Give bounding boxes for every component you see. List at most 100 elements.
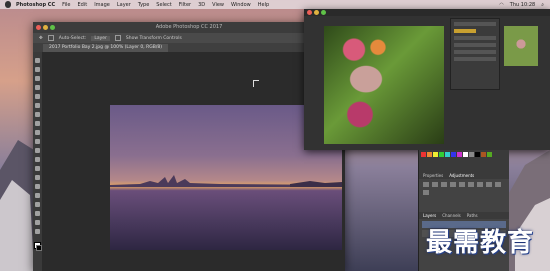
zoom-tool-icon[interactable] (35, 229, 40, 234)
navigator-thumbnail[interactable] (504, 26, 538, 66)
swatch[interactable] (457, 152, 462, 157)
clock[interactable]: Thu 10:28 (510, 2, 535, 8)
swatch[interactable] (433, 152, 438, 157)
secondary-window-controls (307, 10, 326, 15)
exposure-icon[interactable] (450, 182, 456, 187)
minimize-icon[interactable] (314, 10, 319, 15)
auto-select-label: Auto-Select: (58, 35, 87, 41)
menu-status: ◠ Thu 10:28 ⌕ (499, 0, 544, 9)
watermark-text: 最需教育 (426, 228, 535, 258)
swatch[interactable] (469, 152, 474, 157)
photo-filter-icon[interactable] (495, 182, 501, 187)
layers-tabs: Layers Channels Paths (419, 212, 509, 219)
close-icon[interactable] (307, 10, 312, 15)
zoom-icon[interactable] (321, 10, 326, 15)
panel-row[interactable] (454, 29, 476, 33)
pen-tool-icon[interactable] (35, 184, 40, 189)
panel-row[interactable] (454, 36, 496, 40)
swatch[interactable] (427, 152, 432, 157)
document-tabs: 2017 Portfolio Bay 2.jpg @ 100% (Layer 0… (33, 43, 345, 52)
hue-icon[interactable] (468, 182, 474, 187)
panel-row[interactable] (454, 50, 496, 54)
close-icon[interactable] (36, 25, 41, 30)
menu-app-name[interactable]: Photoshop CC (16, 2, 55, 8)
menu-help[interactable]: Help (258, 2, 269, 8)
document-tab[interactable]: 2017 Portfolio Bay 2.jpg @ 100% (Layer 0… (43, 44, 168, 52)
marquee-tool-icon[interactable] (35, 67, 40, 72)
wifi-icon[interactable]: ◠ (499, 2, 503, 8)
healing-tool-icon[interactable] (35, 112, 40, 117)
swatch[interactable] (487, 152, 492, 157)
tab-paths[interactable]: Paths (467, 212, 478, 219)
auto-select-dropdown[interactable]: Layer (91, 35, 110, 41)
history-brush-tool-icon[interactable] (35, 139, 40, 144)
window-titlebar[interactable]: Adobe Photoshop CC 2017 (33, 22, 345, 33)
tools-panel (33, 52, 42, 271)
tab-layers[interactable]: Layers (423, 212, 436, 219)
panel-row[interactable] (454, 57, 496, 61)
menu-layer[interactable]: Layer (117, 2, 131, 8)
menu-edit[interactable]: Edit (78, 2, 88, 8)
adjustments-grid (419, 179, 509, 198)
tab-properties[interactable]: Properties (423, 172, 443, 179)
path-select-tool-icon[interactable] (35, 202, 40, 207)
type-tool-icon[interactable] (35, 193, 40, 198)
properties-tabs: Properties Adjustments (419, 172, 509, 179)
brightness-icon[interactable] (423, 182, 429, 187)
swatch[interactable] (439, 152, 444, 157)
swatches-panel (419, 150, 509, 172)
levels-icon[interactable] (432, 182, 438, 187)
swatch[interactable] (463, 152, 468, 157)
flower-portrait-photo[interactable] (324, 26, 444, 144)
curves-icon[interactable] (441, 182, 447, 187)
show-transform-checkbox[interactable] (114, 35, 121, 41)
stamp-tool-icon[interactable] (35, 130, 40, 135)
tab-adjustments[interactable]: Adjustments (449, 172, 474, 179)
window-controls (36, 25, 55, 30)
eyedropper-tool-icon[interactable] (35, 103, 40, 108)
swatch[interactable] (451, 152, 456, 157)
dodge-tool-icon[interactable] (35, 175, 40, 180)
minimize-icon[interactable] (43, 25, 48, 30)
zoom-icon[interactable] (50, 25, 55, 30)
move-tool-icon[interactable]: ✥ (39, 36, 43, 41)
apple-icon[interactable] (5, 1, 11, 8)
window-title: Adobe Photoshop CC 2017 (155, 24, 223, 30)
color-balance-icon[interactable] (477, 182, 483, 187)
brush-tool-icon[interactable] (35, 121, 40, 126)
swatch[interactable] (421, 152, 426, 157)
secondary-properties-panel (450, 18, 500, 90)
panel-row[interactable] (454, 22, 496, 26)
quick-select-tool-icon[interactable] (35, 85, 40, 90)
swatch[interactable] (475, 152, 480, 157)
lasso-tool-icon[interactable] (35, 76, 40, 81)
mouse-cursor (253, 80, 259, 87)
move-tool-icon[interactable] (35, 58, 40, 63)
blur-tool-icon[interactable] (35, 166, 40, 171)
menu-file[interactable]: File (62, 2, 70, 8)
menu-filter[interactable]: Filter (179, 2, 191, 8)
menu-bar: Photoshop CC File Edit Image Layer Type … (0, 0, 550, 9)
eraser-tool-icon[interactable] (35, 148, 40, 153)
swatch[interactable] (481, 152, 486, 157)
menu-image[interactable]: Image (94, 2, 110, 8)
search-icon[interactable]: ⌕ (541, 2, 544, 8)
crop-tool-icon[interactable] (35, 94, 40, 99)
shape-tool-icon[interactable] (35, 211, 40, 216)
auto-select-checkbox[interactable] (47, 35, 54, 41)
tab-channels[interactable]: Channels (442, 212, 461, 219)
panel-row[interactable] (454, 43, 496, 47)
vibrance-icon[interactable] (459, 182, 465, 187)
secondary-titlebar[interactable] (304, 9, 550, 16)
channel-mixer-icon[interactable] (423, 190, 429, 195)
swatch[interactable] (445, 152, 450, 157)
gradient-tool-icon[interactable] (35, 157, 40, 162)
menu-type[interactable]: Type (138, 2, 149, 8)
hand-tool-icon[interactable] (35, 220, 40, 225)
menu-view[interactable]: View (212, 2, 224, 8)
menu-window[interactable]: Window (231, 2, 251, 8)
menu-3d[interactable]: 3D (198, 2, 205, 8)
menu-select[interactable]: Select (156, 2, 171, 8)
photoshop-secondary-window (304, 9, 550, 150)
black-white-icon[interactable] (486, 182, 492, 187)
